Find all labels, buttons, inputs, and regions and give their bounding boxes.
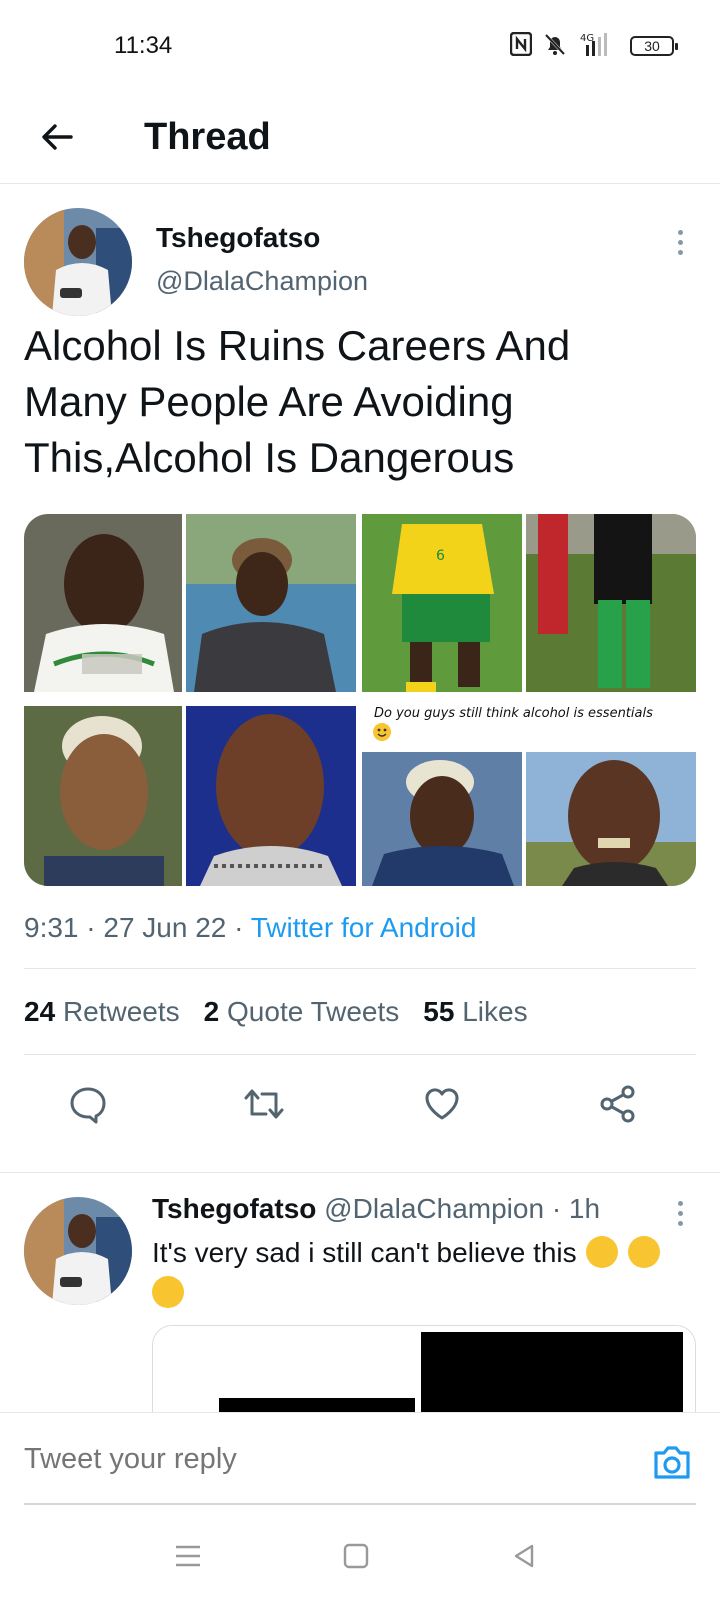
avatar[interactable] <box>24 1197 132 1305</box>
status-time: 11:34 <box>114 32 173 59</box>
tweet-source-link[interactable]: Twitter for Android <box>251 912 477 943</box>
retweets-stat[interactable]: 24 Retweets <box>24 996 180 1028</box>
back-triangle-icon <box>514 1544 534 1568</box>
camera-icon <box>654 1446 690 1479</box>
media-grid[interactable]: 6 Do you guys still think alcohol is ess… <box>24 514 696 886</box>
author-name[interactable]: Tshegofatso <box>156 222 320 254</box>
reply-time: · 1h <box>551 1193 601 1224</box>
like-button[interactable] <box>418 1080 466 1128</box>
reply-icon <box>70 1087 106 1124</box>
reply-button[interactable] <box>64 1080 112 1128</box>
back-nav-button[interactable] <box>502 1534 546 1578</box>
tweet-actions <box>0 1064 720 1144</box>
mute-bell-icon <box>544 32 566 61</box>
share-icon <box>600 1085 635 1123</box>
status-bar: 11:34 4G 30 <box>0 0 720 92</box>
reply-author-name[interactable]: Tshegofatso <box>152 1193 316 1224</box>
nfc-icon <box>509 31 533 61</box>
reply-header: Tshegofatso @DlalaChampion · 1h <box>152 1193 600 1225</box>
reply-bar <box>0 1412 720 1512</box>
divider <box>24 968 696 969</box>
tweet-meta: 9:31 · 27 Jun 22 · Twitter for Android <box>24 912 476 944</box>
menu-icon <box>176 1545 200 1567</box>
tweet-timestamp: 9:31 · 27 Jun 22 · <box>24 912 251 943</box>
arrow-left-icon <box>42 124 73 150</box>
back-button[interactable] <box>30 110 84 164</box>
svg-text:6: 6 <box>436 548 445 564</box>
like-icon <box>425 1088 459 1120</box>
quote-tweets-stat[interactable]: 2 Quote Tweets <box>204 996 400 1028</box>
menu-nav-button[interactable] <box>166 1534 210 1578</box>
tweet-stats: 24 Retweets 2 Quote Tweets 55 Likes <box>24 996 528 1028</box>
media-image-1[interactable] <box>24 514 356 692</box>
reply-tweet[interactable]: Tshegofatso @DlalaChampion · 1h It's ver… <box>0 1172 720 1435</box>
more-options-icon[interactable] <box>670 222 690 262</box>
smiley-icon <box>373 723 391 741</box>
reply-text: It's very sad i still can't believe this <box>152 1233 700 1313</box>
media-caption: Do you guys still think alcohol is essen… <box>374 706 653 721</box>
avatar[interactable] <box>24 208 132 316</box>
home-square-icon <box>343 1543 369 1569</box>
status-icons: 4G 30 <box>509 31 678 62</box>
reply-underline <box>24 1503 696 1505</box>
crying-face-icon <box>152 1276 184 1308</box>
camera-button[interactable] <box>650 1441 694 1485</box>
grimacing-face-icon <box>628 1236 661 1268</box>
tweet-text: Alcohol Is Ruins Careers And Many People… <box>24 322 571 481</box>
retweet-icon <box>244 1089 284 1119</box>
reply-author-handle[interactable]: @DlalaChampion <box>324 1193 544 1224</box>
signal-icon: 4G <box>578 31 618 62</box>
pensive-face-icon <box>586 1236 619 1268</box>
divider <box>24 1054 696 1055</box>
author-handle[interactable]: @DlalaChampion <box>156 266 368 297</box>
top-bar: Thread <box>0 92 720 184</box>
likes-stat[interactable]: 55 Likes <box>423 996 527 1028</box>
reply-input[interactable] <box>24 1443 624 1476</box>
home-nav-button[interactable] <box>334 1534 378 1578</box>
media-image-2[interactable]: 6 <box>362 514 696 692</box>
navigation-bar <box>0 1512 720 1600</box>
media-image-3[interactable] <box>24 706 356 886</box>
more-options-icon[interactable] <box>670 1193 690 1233</box>
media-image-4[interactable]: Do you guys still think alcohol is essen… <box>362 706 696 886</box>
retweet-button[interactable] <box>240 1080 288 1128</box>
page-title: Thread <box>144 116 271 158</box>
battery-icon: 30 <box>630 36 678 56</box>
share-button[interactable] <box>594 1080 642 1128</box>
